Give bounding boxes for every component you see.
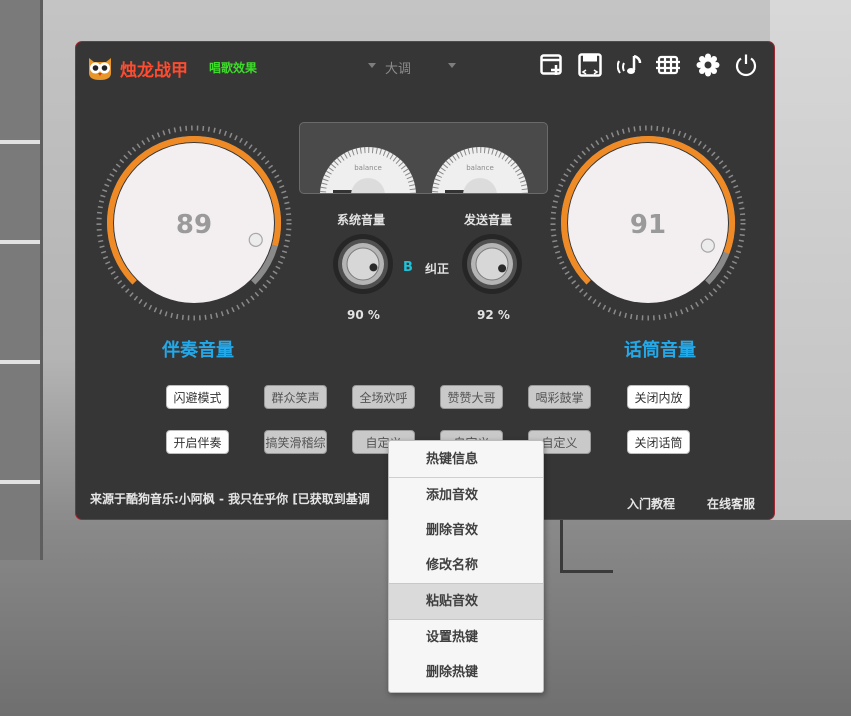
fx-button-applause[interactable]: 喝彩鼓掌: [528, 385, 591, 409]
background-shelf: [0, 0, 43, 560]
tutorial-link[interactable]: 入门教程: [627, 495, 675, 512]
correction-toggle-badge[interactable]: B: [403, 260, 413, 275]
background-shelf-board: [0, 480, 40, 484]
fx-button-full-cheer[interactable]: 全场欢呼: [352, 385, 415, 409]
background-table-leg: [560, 520, 613, 573]
fx-button-disable-internal-playback[interactable]: 关闭内放: [627, 385, 690, 409]
dial-handle[interactable]: [248, 232, 263, 247]
accompaniment-volume-value: 89: [175, 210, 213, 240]
correction-toggle-label[interactable]: 纠正: [425, 260, 449, 277]
fx-button-enable-accompaniment[interactable]: 开启伴奏: [166, 430, 229, 454]
system-volume-value: 90 %: [347, 308, 380, 322]
send-volume-label: 发送音量: [464, 213, 513, 227]
background-shelf-board: [0, 240, 40, 244]
key-dropdown-chevron-icon[interactable]: [448, 63, 456, 68]
key-dropdown-arrow-icon[interactable]: [368, 63, 376, 68]
fx-button-disable-microphone[interactable]: 关闭话筒: [627, 430, 690, 454]
context-menu: 热键信息 添加音效 删除音效 修改名称 粘贴音效 设置热键 删除热键: [388, 440, 544, 693]
eq-settings-icon[interactable]: [655, 52, 681, 78]
menu-item-set-hotkey[interactable]: 设置热键: [389, 620, 543, 655]
online-support-link[interactable]: 在线客服: [707, 495, 755, 512]
fx-button-crowd-laughter[interactable]: 群众笑声: [264, 385, 327, 409]
music-note-icon[interactable]: [617, 52, 643, 78]
mode-label[interactable]: 唱歌效果: [209, 59, 257, 76]
system-volume-knob[interactable]: [332, 233, 394, 295]
menu-item-paste-effect[interactable]: 粘贴音效: [389, 583, 543, 620]
send-volume-value: 92 %: [477, 308, 510, 322]
owl-logo-icon: [89, 58, 111, 80]
microphone-volume-value: 91: [629, 210, 667, 240]
left-balance-meter: balance: [320, 147, 416, 193]
menu-item-add-effect[interactable]: 添加音效: [389, 478, 543, 513]
menu-item-hotkey-info[interactable]: 热键信息: [389, 442, 543, 477]
right-balance-caption: balance: [466, 164, 494, 172]
accompaniment-volume-label: 伴奏音量: [162, 340, 234, 361]
menu-item-delete-effect[interactable]: 删除音效: [389, 513, 543, 548]
left-balance-caption: balance: [354, 164, 382, 172]
save-preset-icon[interactable]: [577, 52, 603, 78]
settings-icon[interactable]: [695, 52, 721, 78]
microphone-volume-label: 话筒音量: [624, 340, 696, 361]
now-playing-text: 来源于酷狗音乐:小阿枫 - 我只在乎你 [已获取到基调: [90, 492, 370, 506]
menu-item-rename[interactable]: 修改名称: [389, 548, 543, 583]
background-shelf-board: [0, 140, 40, 144]
fx-button-dodge-mode[interactable]: 闪避模式: [166, 385, 229, 409]
right-balance-meter: balance: [432, 147, 528, 193]
background-shelf-board: [0, 360, 40, 364]
add-window-icon[interactable]: [539, 52, 565, 78]
menu-item-delete-hotkey[interactable]: 删除热键: [389, 655, 543, 690]
power-icon[interactable]: [733, 52, 759, 78]
system-volume-label: 系统音量: [337, 213, 386, 227]
key-dropdown[interactable]: 大调: [385, 58, 411, 77]
app-title: 烛龙战甲: [120, 61, 188, 81]
dial-handle[interactable]: [700, 238, 715, 253]
fx-button-praise-brother[interactable]: 赞赞大哥: [440, 385, 503, 409]
balance-meter-box: balance balance: [299, 122, 548, 194]
send-volume-knob[interactable]: [461, 233, 523, 295]
fx-button-funny-variety[interactable]: 搞笑滑稽综: [264, 430, 327, 454]
